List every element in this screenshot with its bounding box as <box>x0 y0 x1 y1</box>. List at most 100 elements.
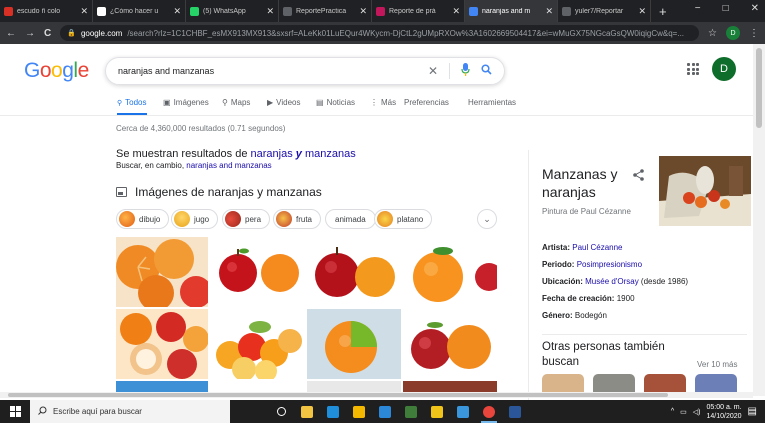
taskbar-app-vscode[interactable] <box>450 400 476 423</box>
vertical-scrollbar[interactable] <box>753 44 765 396</box>
taskbar-app-sticky[interactable] <box>424 400 450 423</box>
browser-tab[interactable]: (5) WhatsApp ✕ <box>186 0 279 22</box>
vscode-icon <box>457 405 469 418</box>
browser-tab[interactable]: ¿Cómo hacer u ✕ <box>93 0 186 22</box>
microphone-icon[interactable] <box>461 63 470 79</box>
chip-fruta[interactable]: fruta <box>273 209 322 229</box>
search-nav-tabs: ⚲ Todos ▣ Imágenes ⚲ Maps ▶ Videos ▤ Noticias… <box>0 96 765 116</box>
image-result[interactable] <box>403 237 497 307</box>
bookmark-star-icon[interactable]: ☆ <box>708 28 717 39</box>
forward-button[interactable]: → <box>25 28 35 39</box>
period-link[interactable]: Posimpresionismo <box>577 260 642 269</box>
close-tab-icon[interactable]: ✕ <box>359 6 367 17</box>
search-divider <box>449 63 450 79</box>
browser-tab[interactable]: naranjas and m ✕ <box>465 0 558 22</box>
kp-subtitle: Pintura de Paul Cézanne <box>542 207 631 216</box>
image-result[interactable] <box>307 237 401 307</box>
tab-preferencias[interactable]: Preferencias <box>404 98 449 107</box>
chip-dibujo[interactable]: dibujo <box>116 209 170 229</box>
location-link[interactable]: Musée d'Orsay <box>585 277 639 286</box>
lock-icon: 🔒 <box>67 30 76 37</box>
taskbar-app-python[interactable] <box>398 400 424 423</box>
taskbar-app-task-view[interactable] <box>268 400 294 423</box>
show-hidden-icons-icon[interactable]: ^ <box>671 408 674 415</box>
new-tab-button[interactable]: + <box>651 4 675 19</box>
search-instead: Buscar, en cambio, naranjas and manzanas <box>116 161 272 170</box>
tab-todos[interactable]: ⚲ Todos <box>117 98 147 115</box>
close-tab-icon[interactable]: ✕ <box>173 6 181 17</box>
close-window-button[interactable]: ✕ <box>751 3 759 14</box>
browser-tab[interactable]: ReportePractica ✕ <box>279 0 372 22</box>
tab-videos[interactable]: ▶ Videos <box>267 98 300 107</box>
account-avatar[interactable]: D <box>712 57 736 81</box>
network-icon[interactable]: ▭ <box>680 408 687 416</box>
chip-platano[interactable]: platano <box>374 209 433 229</box>
share-icon[interactable] <box>633 169 644 184</box>
fact-periodo: Periodo: Posimpresionismo <box>542 260 643 269</box>
google-apps-icon[interactable] <box>687 63 699 75</box>
tab-herramientas[interactable]: Herramientas <box>468 98 516 107</box>
clock[interactable]: 05:00 a. m. 14/10/2020 <box>707 403 742 421</box>
tab-mas[interactable]: ⋮ Más <box>370 98 396 107</box>
chip-pera[interactable]: pera <box>222 209 271 229</box>
close-tab-icon[interactable]: ✕ <box>545 6 553 17</box>
image-result[interactable] <box>307 309 401 379</box>
search-input[interactable] <box>118 66 428 76</box>
horizontal-scrollbar[interactable] <box>0 392 753 398</box>
browser-tab[interactable]: Reporte de prá ✕ <box>372 0 465 22</box>
images-section-heading[interactable]: Imágenes de naranjas y manzanas <box>116 185 322 199</box>
browser-tab[interactable]: escudo ñ colo ✕ <box>0 0 93 22</box>
taskbar-app-edge[interactable] <box>320 400 346 423</box>
close-tab-icon[interactable]: ✕ <box>266 6 274 17</box>
clear-search-icon[interactable]: ✕ <box>428 64 438 78</box>
scroll-thumb[interactable] <box>8 393 668 397</box>
browser-profile-avatar[interactable]: D <box>726 26 740 40</box>
original-query-link[interactable]: naranjas and manzanas <box>186 161 271 170</box>
chips-expand-button[interactable]: ⌄ <box>477 209 497 229</box>
image-result[interactable] <box>116 237 208 307</box>
chrome-icon <box>483 405 495 418</box>
chip-animada[interactable]: animada <box>325 209 376 229</box>
maximize-button[interactable]: □ <box>723 3 729 14</box>
image-icon <box>116 187 127 197</box>
browser-menu-icon[interactable]: ⋮ <box>749 28 759 39</box>
image-result[interactable] <box>210 309 305 379</box>
image-result[interactable] <box>116 309 208 379</box>
painting-image[interactable] <box>659 156 751 226</box>
back-button[interactable]: ← <box>6 28 16 39</box>
browser-tab[interactable]: yuler7/Reportar ✕ <box>558 0 651 22</box>
tab-maps[interactable]: ⚲ Maps <box>222 98 250 107</box>
tab-noticias[interactable]: ▤ Noticias <box>316 98 355 107</box>
google-logo[interactable]: Google <box>24 59 89 83</box>
window-controls: − □ ✕ <box>695 3 759 14</box>
chip-thumbnail <box>377 211 393 227</box>
address-bar: ← → C 🔒 google.com/search?rlz=1C1CHBF_es… <box>0 22 765 44</box>
scroll-thumb[interactable] <box>756 48 762 128</box>
notifications-icon[interactable]: ▤ <box>748 406 757 417</box>
start-button[interactable] <box>0 400 30 423</box>
minimize-button[interactable]: − <box>695 3 701 14</box>
volume-icon[interactable]: ◁) <box>693 408 701 416</box>
tab-title: (5) WhatsApp <box>203 7 246 15</box>
reload-button[interactable]: C <box>44 28 51 39</box>
image-result[interactable] <box>403 309 497 379</box>
url-input[interactable]: 🔒 google.com/search?rlz=1C1CHBF_esMX913M… <box>60 25 700 41</box>
see-more-link[interactable]: Ver 10 más <box>697 360 737 369</box>
corrected-query-link[interactable]: naranjas y manzanas <box>251 148 356 160</box>
taskbar-app-file-explorer[interactable] <box>294 400 320 423</box>
more-vert-icon: ⋮ <box>370 98 378 107</box>
taskbar-app-word[interactable] <box>502 400 528 423</box>
tab-favicon-icon <box>283 6 292 16</box>
taskbar-search[interactable]: Escribe aquí para buscar <box>30 400 230 423</box>
close-tab-icon[interactable]: ✕ <box>638 6 646 17</box>
image-result[interactable] <box>210 237 305 307</box>
search-icon[interactable] <box>481 64 492 78</box>
tab-imagenes[interactable]: ▣ Imágenes <box>163 98 209 107</box>
taskbar-app-mail[interactable] <box>372 400 398 423</box>
taskbar-app-chrome[interactable] <box>476 400 502 423</box>
chip-jugo[interactable]: jugo <box>171 209 219 229</box>
taskbar-app-explorer[interactable] <box>346 400 372 423</box>
close-tab-icon[interactable]: ✕ <box>80 6 88 17</box>
artist-link[interactable]: Paul Cézanne <box>572 243 622 252</box>
close-tab-icon[interactable]: ✕ <box>452 6 460 17</box>
